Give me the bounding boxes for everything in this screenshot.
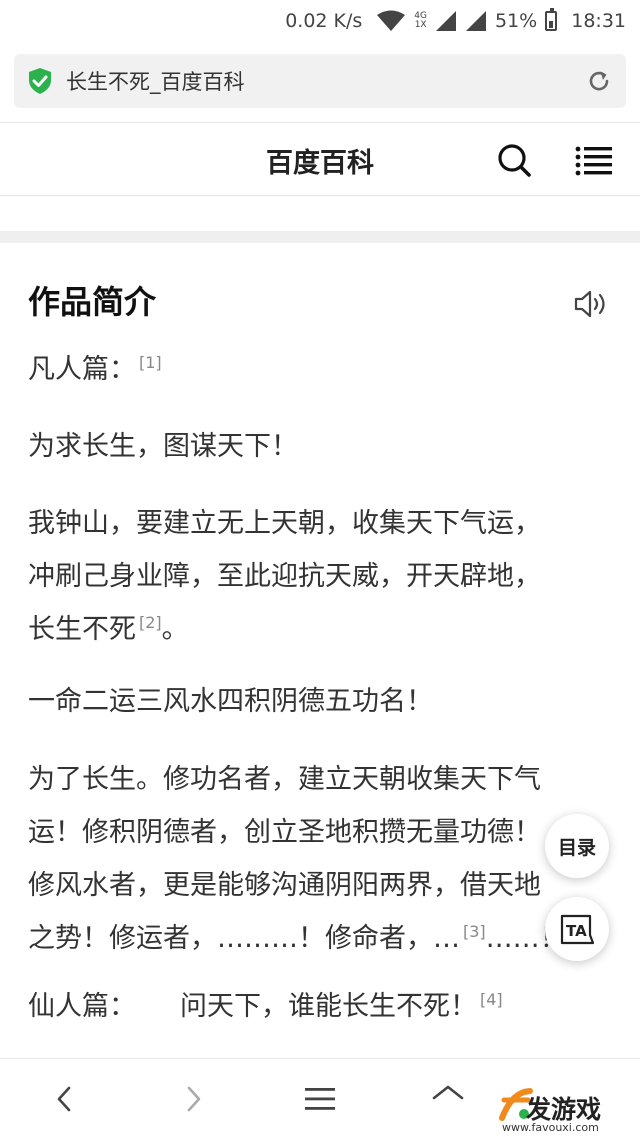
signal-icon-1 bbox=[436, 11, 456, 31]
toc-label: 目录 bbox=[557, 836, 596, 859]
speaker-icon[interactable] bbox=[574, 289, 610, 319]
font-size-button[interactable]: TA bbox=[545, 897, 609, 961]
article-content: 作品简介 凡人篇： [1] 为求长生，图谋天下！ 我钟山，要建立无上天朝，收集天下… bbox=[0, 243, 640, 1058]
chevron-right-icon bbox=[187, 1086, 201, 1112]
paragraph-text-block: 我钟山，要建立无上天朝，收集天下气运， 冲刷己身业障，至此迎抗天威，开天辟地， … bbox=[28, 497, 610, 656]
paragraph-line-text: 长生不死 bbox=[28, 614, 136, 645]
paragraph-text: 问天下，谁能长生不死！ bbox=[180, 991, 477, 1022]
paragraph-immortal-chapter: 仙人篇： 问天下，谁能长生不死！ [4] bbox=[28, 980, 610, 1033]
refresh-icon[interactable] bbox=[586, 68, 612, 94]
hamburger-icon bbox=[305, 1088, 335, 1110]
font-size-icon: TA bbox=[560, 914, 595, 945]
shield-check-icon bbox=[29, 68, 51, 94]
home-button[interactable] bbox=[426, 1077, 470, 1121]
network-type-bottom: 1X bbox=[414, 20, 427, 30]
back-button[interactable] bbox=[42, 1077, 86, 1121]
paragraph-line-text: 之势！修运者，………！修命者，… bbox=[28, 923, 460, 954]
site-watermark: 发游戏 www.favouxi.com bbox=[498, 1086, 638, 1134]
menu-icon[interactable] bbox=[574, 143, 614, 179]
menu-button[interactable] bbox=[298, 1077, 342, 1121]
paragraph-line: 运！修积阴德者，创立圣地积攒无量功德！ bbox=[28, 817, 541, 848]
search-icon[interactable] bbox=[495, 141, 533, 179]
section-divider bbox=[0, 231, 640, 243]
citation-link[interactable]: [2] bbox=[139, 613, 162, 632]
paragraph-text: 为求长生，图谋天下！ bbox=[28, 431, 298, 462]
wifi-icon bbox=[377, 10, 406, 31]
paragraph-line: 长生不死 [2]。 bbox=[28, 603, 610, 656]
forward-button[interactable] bbox=[172, 1077, 216, 1121]
citation-link[interactable]: [4] bbox=[480, 990, 503, 1009]
paragraph-line: 为了长生。修功名者，建立天朝收集天下气 bbox=[28, 764, 541, 795]
toc-button[interactable]: 目录 bbox=[545, 814, 609, 878]
paragraph-text-block: 一命二运三风水四积阴德五功名！ bbox=[28, 675, 610, 728]
paragraph-line: 修风水者，更是能够沟通阴阳两界，借天地 bbox=[28, 870, 541, 901]
citation-link[interactable]: [1] bbox=[139, 353, 162, 372]
section-title: 作品简介 bbox=[28, 283, 157, 321]
status-bar: 0.02 K/s 4G 1X 51% 18:31 bbox=[0, 0, 640, 42]
site-header: 百度百科 bbox=[0, 122, 640, 196]
paragraph-line: 我钟山，要建立无上天朝，收集天下气运， bbox=[28, 508, 541, 539]
watermark-url: www.favouxi.com bbox=[502, 1121, 599, 1134]
paragraph-text-block: 为求长生，图谋天下！ bbox=[28, 420, 610, 473]
page-title-in-address: 长生不死_百度百科 bbox=[66, 70, 245, 94]
network-speed: 0.02 K/s bbox=[285, 10, 363, 32]
address-bar[interactable]: 长生不死_百度百科 bbox=[14, 54, 626, 108]
battery-icon bbox=[545, 8, 558, 31]
chevron-left-icon bbox=[57, 1086, 71, 1112]
paragraph-line: 之势！修运者，………！修命者，… [3]……！ bbox=[28, 912, 610, 965]
browser-toolbar: 长生不死_百度百科 bbox=[0, 42, 640, 122]
paragraph-mortal-chapter: 凡人篇： [1] bbox=[28, 343, 610, 396]
network-type: 4G 1X bbox=[414, 12, 427, 30]
signal-icon-2 bbox=[466, 11, 486, 31]
paragraph-text: 凡人篇： bbox=[28, 354, 136, 385]
paragraph-line: 冲刷己身业障，至此迎抗天威，开天辟地， bbox=[28, 561, 541, 592]
home-icon bbox=[432, 1085, 464, 1100]
battery-percent: 51% bbox=[495, 10, 538, 32]
clock: 18:31 bbox=[571, 10, 626, 32]
citation-link[interactable]: [3] bbox=[463, 922, 486, 941]
paragraph-text-block: 为了长生。修功名者，建立天朝收集天下气 运！修积阴德者，创立圣地积攒无量功德！ … bbox=[28, 753, 610, 965]
site-title[interactable]: 百度百科 bbox=[0, 141, 640, 180]
paragraph-text: 一命二运三风水四积阴德五功名！ bbox=[28, 686, 433, 717]
paragraph-label: 仙人篇： bbox=[28, 991, 136, 1022]
paragraph-line-tail: 。 bbox=[161, 614, 189, 645]
font-size-label: TA bbox=[566, 922, 587, 940]
